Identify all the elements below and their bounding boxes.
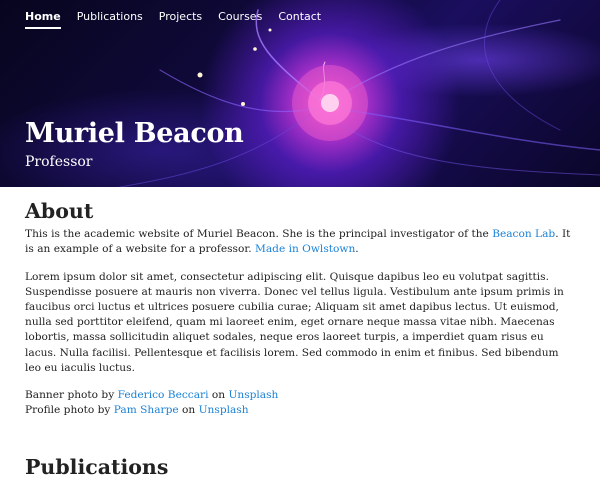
nav-contact-link[interactable]: Contact — [278, 10, 321, 29]
owlstown-link[interactable]: Made in Owlstown — [255, 243, 355, 255]
lorem-paragraph: Lorem ipsum dolor sit amet, consectetur … — [25, 270, 564, 374]
main-nav: Home Publications Projects Courses Conta… — [25, 10, 321, 29]
nav-projects-link[interactable]: Projects — [159, 10, 202, 29]
hero-banner: Home Publications Projects Courses Conta… — [0, 0, 600, 187]
banner-unsplash-link[interactable]: Unsplash — [228, 389, 278, 401]
profile-unsplash-link[interactable]: Unsplash — [199, 404, 249, 416]
nav-home-link[interactable]: Home — [25, 10, 61, 29]
intro-text-start: This is the academic website of Muriel B… — [25, 228, 493, 241]
nav-publications-link[interactable]: Publications — [77, 10, 143, 29]
banner-credit-prefix: Banner photo by — [25, 389, 118, 402]
publications-heading: Publications — [25, 455, 169, 479]
profile-photographer-link[interactable]: Pam Sharpe — [114, 404, 179, 416]
profile-credit-prefix: Profile photo by — [25, 404, 114, 417]
banner-credit-on: on — [208, 389, 229, 402]
photo-credits: Banner photo by Federico Beccari on Unsp… — [25, 388, 575, 418]
about-heading: About — [25, 199, 94, 223]
banner-photographer-link[interactable]: Federico Beccari — [118, 389, 209, 401]
intro-text-end: . — [355, 243, 359, 256]
beacon-lab-link[interactable]: Beacon Lab — [492, 228, 555, 240]
page-subtitle: Professor — [25, 154, 93, 170]
nav-courses-link[interactable]: Courses — [218, 10, 262, 29]
main-content: About This is the academic website of Mu… — [0, 199, 600, 479]
profile-credit-on: on — [178, 404, 199, 417]
about-intro-paragraph: This is the academic website of Muriel B… — [25, 227, 575, 257]
page-title: Muriel Beacon — [25, 118, 244, 149]
